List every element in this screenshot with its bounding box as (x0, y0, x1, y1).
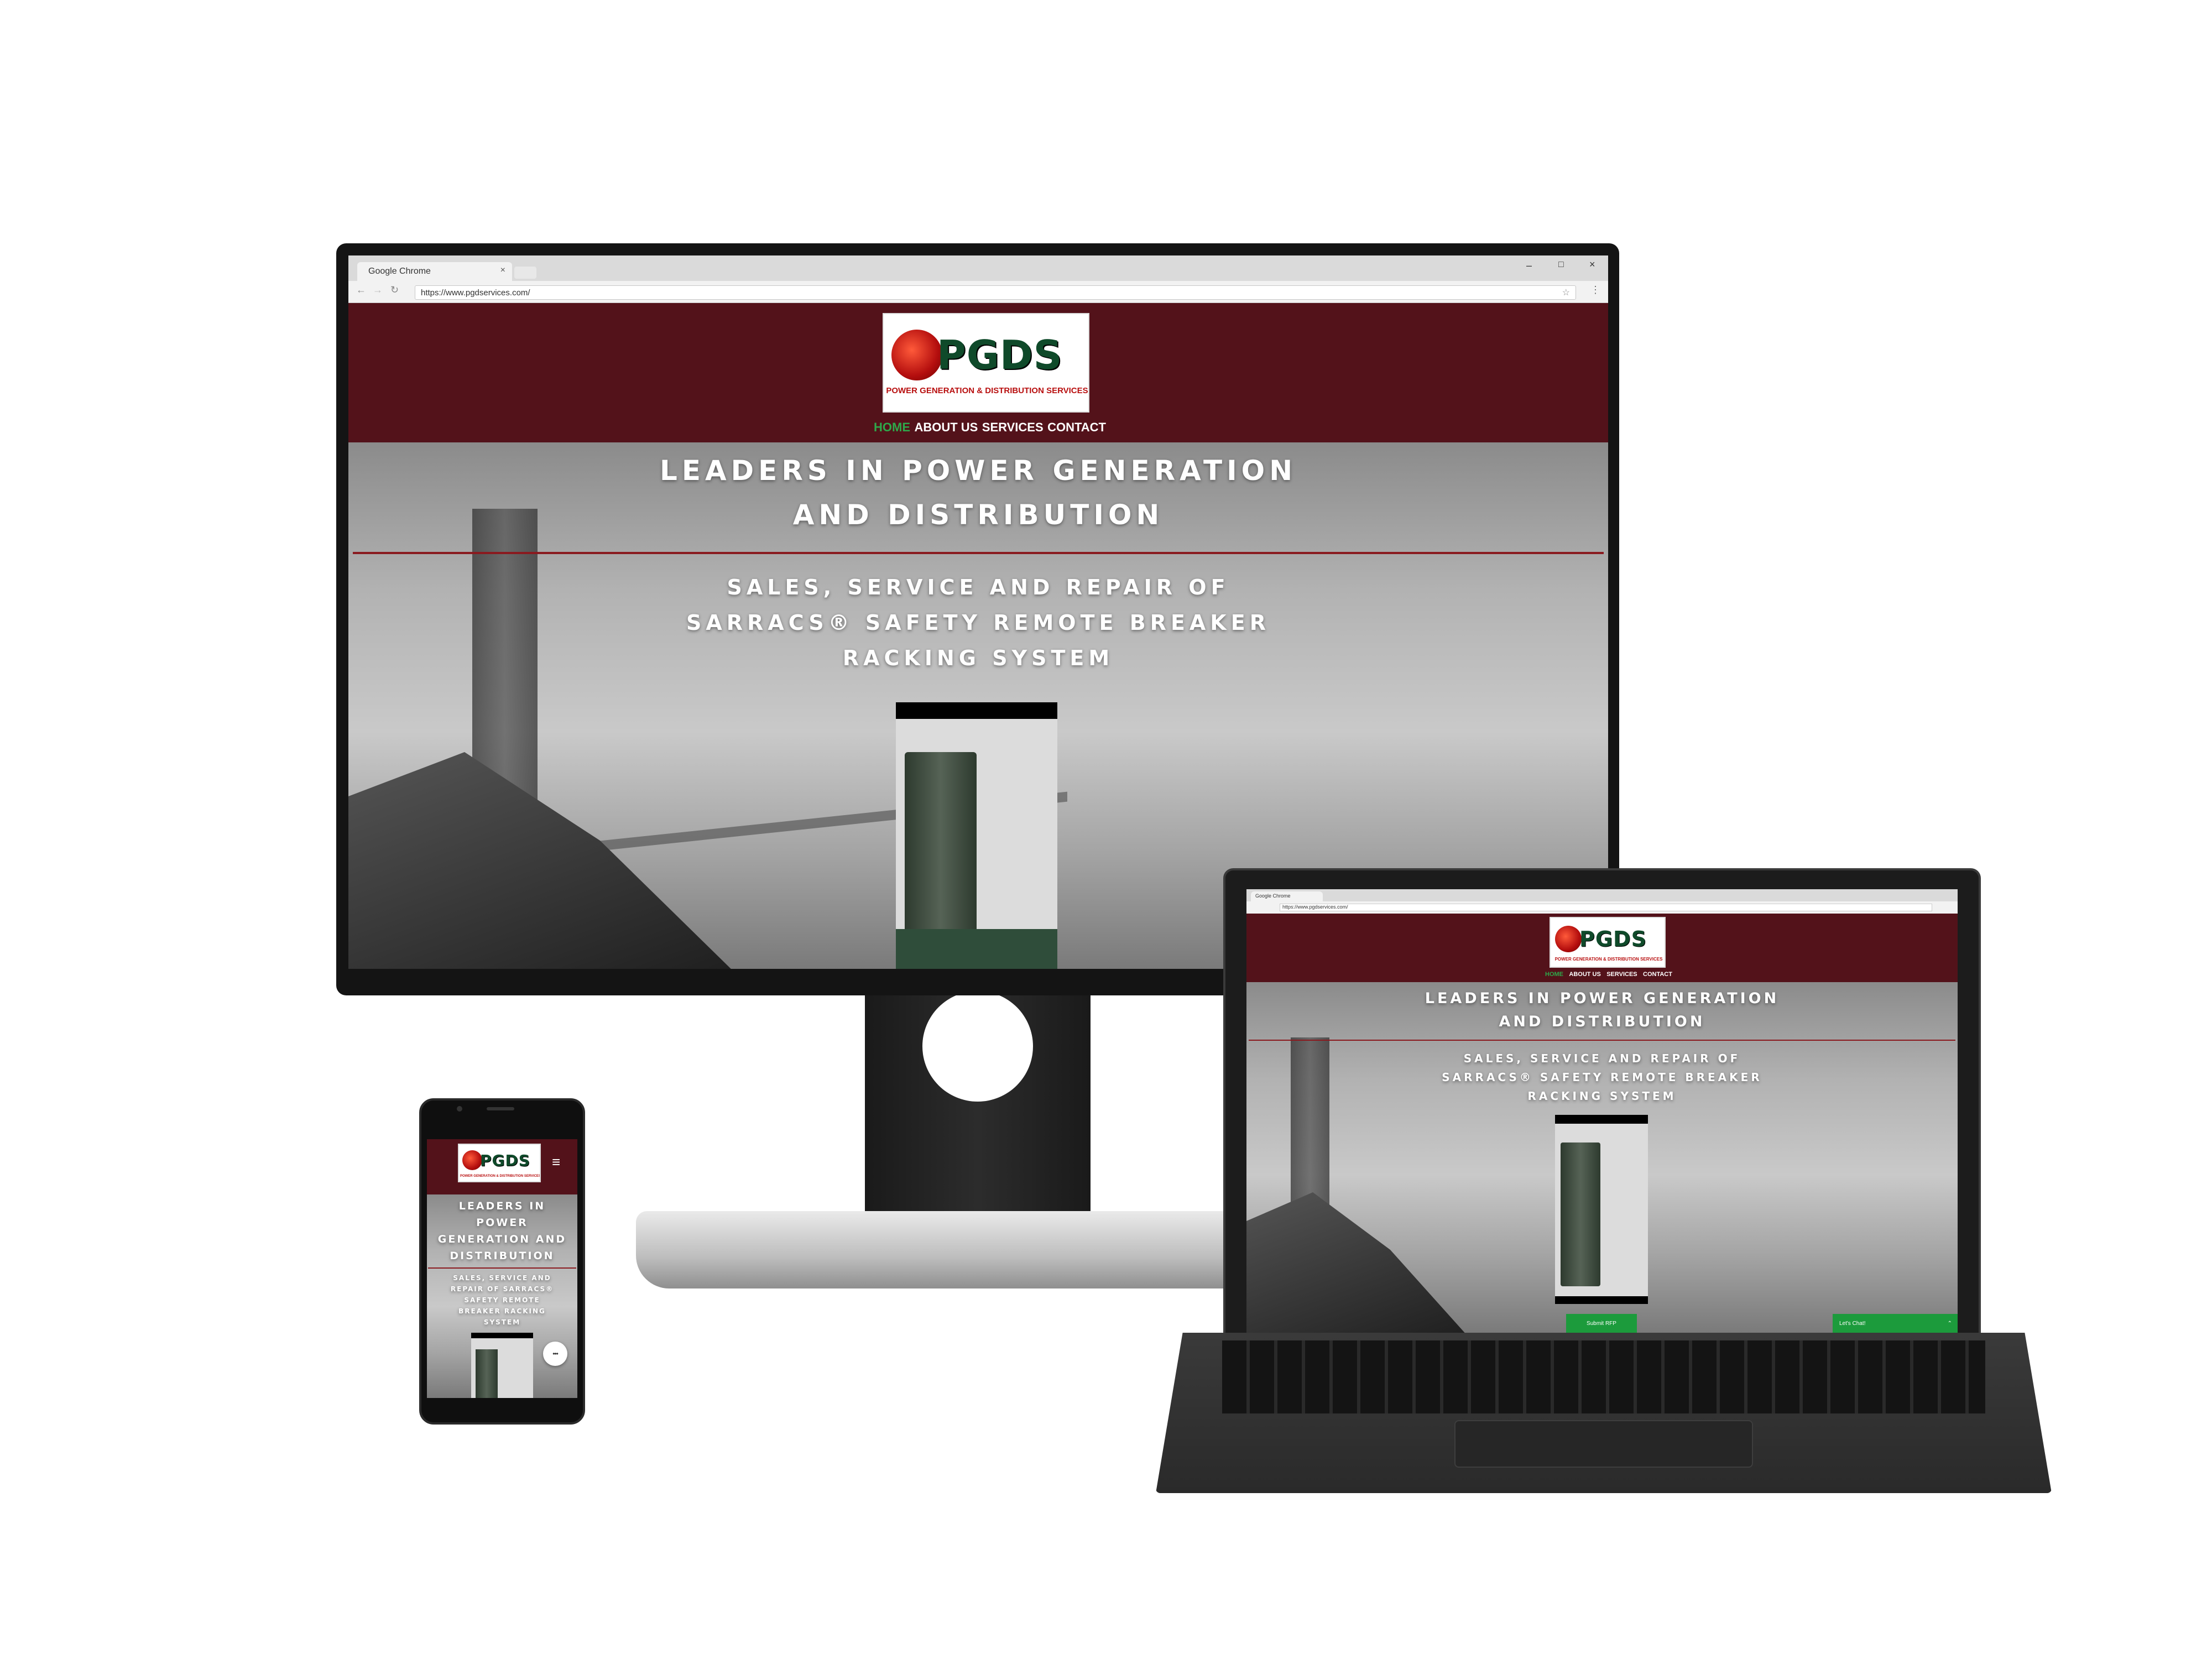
laptop-submit-rfp-button[interactable]: Submit RFP (1566, 1314, 1637, 1333)
phone-subhead-line3: SAFETY REMOTE (464, 1296, 540, 1304)
laptop-nav-services[interactable]: SERVICES (1606, 971, 1637, 980)
forward-icon[interactable]: → (373, 284, 383, 296)
hero-subhead-line2: SARRACS® SAFETY REMOTE BREAKER (686, 611, 1270, 635)
phone-headline-line2: POWER (476, 1217, 528, 1229)
laptop-headline-line2: AND DISTRIBUTION (1499, 1013, 1705, 1030)
new-tab-button[interactable] (514, 267, 536, 279)
laptop-logo-subtitle: POWER GENERATION & DISTRIBUTION SERVICES (1554, 957, 1663, 962)
phone-headline-line3: GENERATION AND (437, 1233, 567, 1245)
keyboard-keys[interactable] (1222, 1340, 1985, 1413)
hero-divider (353, 552, 1604, 554)
laptop-screen: Google Chrome https://www.pgdservices.co… (1246, 889, 1958, 1333)
site-nav: HOME ABOUT US SERVICES CONTACT (874, 420, 1106, 437)
laptop-headline-line1: LEADERS IN POWER GENERATION (1425, 990, 1780, 1007)
phone-subhead-line2: REPAIR OF SARRACS® (450, 1285, 554, 1293)
hero-video[interactable] (896, 702, 1057, 969)
video-floor-image (896, 929, 1057, 969)
laptop-address-bar[interactable]: https://www.pgdservices.com/ (1280, 904, 1932, 911)
laptop-address-url: https://www.pgdservices.com/ (1282, 904, 1348, 910)
phone-screen: PGDS POWER GENERATION & DISTRIBUTION SER… (427, 1139, 577, 1398)
hamburger-menu-icon[interactable]: ≡ (552, 1154, 560, 1171)
nav-contact[interactable]: CONTACT (1047, 420, 1106, 437)
hero-subhead-line3: RACKING SYSTEM (842, 646, 1114, 670)
site-logo[interactable]: PGDS POWER GENERATION & DISTRIBUTION SER… (883, 313, 1089, 413)
phone-logo-subtitle: POWER GENERATION & DISTRIBUTION SERVICES (460, 1175, 541, 1178)
tab-close-icon[interactable]: × (500, 265, 505, 275)
phone-hero-section: LEADERS IN POWER GENERATION AND DISTRIBU… (427, 1194, 577, 1398)
phone-site-header: PGDS POWER GENERATION & DISTRIBUTION SER… (427, 1139, 577, 1194)
laptop-tab-title: Google Chrome (1255, 893, 1291, 899)
laptop-video-machine-image (1561, 1142, 1600, 1286)
monitor-stand-hole (922, 991, 1033, 1102)
hero-headline-line1: LEADERS IN POWER GENERATION (659, 455, 1297, 487)
laptop-subhead-line3: RACKING SYSTEM (1527, 1089, 1677, 1103)
phone-video-machine-image (476, 1349, 498, 1398)
phone-chat-button[interactable]: ••• (543, 1342, 567, 1366)
phone-subhead-line1: SALES, SERVICE AND (453, 1274, 551, 1282)
laptop-subhead-line2: SARRACS® SAFETY REMOTE BREAKER (1442, 1071, 1762, 1084)
browser-titlebar (348, 255, 1608, 281)
laptop-hero-divider (1249, 1040, 1955, 1041)
back-icon[interactable]: ← (356, 284, 366, 296)
phone-hero-divider (428, 1267, 576, 1269)
monitor-stand-base (636, 1211, 1322, 1288)
tab-title: Google Chrome (368, 267, 431, 276)
nav-services[interactable]: SERVICES (982, 420, 1044, 437)
laptop-submit-rfp-label: Submit RFP (1587, 1320, 1616, 1327)
phone-headline-line1: LEADERS IN (458, 1200, 546, 1212)
close-window-icon[interactable]: × (1589, 259, 1595, 270)
address-bar[interactable]: https://www.pgdservices.com/ ☆ (415, 285, 1576, 300)
laptop-keyboard (1156, 1333, 2052, 1493)
laptop-nav-home[interactable]: HOME (1545, 971, 1563, 980)
monitor-screen: Google Chrome × – □ × ← → ↻ https://www.… (348, 255, 1608, 969)
laptop-chat-label: Let's Chat! (1839, 1320, 1866, 1327)
phone-subhead-line5: SYSTEM (483, 1318, 521, 1326)
hero-headline-line2: AND DISTRIBUTION (792, 499, 1164, 531)
address-url: https://www.pgdservices.com/ (421, 288, 530, 298)
bookmark-star-icon[interactable]: ☆ (1562, 287, 1570, 298)
laptop-site-header: PGDS POWER GENERATION & DISTRIBUTION SER… (1246, 914, 1958, 982)
phone-logo-text: PGDS (480, 1151, 530, 1170)
nav-home[interactable]: HOME (874, 420, 910, 437)
phone-camera-icon (457, 1106, 462, 1112)
phone-headline-line4: DISTRIBUTION (450, 1250, 555, 1262)
hero-subhead-line1: SALES, SERVICE AND REPAIR OF (727, 575, 1230, 599)
laptop-hero-video[interactable] (1555, 1115, 1648, 1304)
laptop-subhead-line1: SALES, SERVICE AND REPAIR OF (1463, 1052, 1741, 1065)
laptop-trackpad[interactable] (1454, 1420, 1753, 1468)
phone-logo-emblem-icon (462, 1150, 482, 1170)
chevron-up-icon: ⌃ (1947, 1320, 1952, 1327)
laptop-logo-text: PGDS (1579, 927, 1647, 951)
phone-speaker (487, 1107, 514, 1110)
phone-hero-video[interactable] (471, 1333, 533, 1398)
phone-subhead-line4: BREAKER RACKING (458, 1307, 546, 1315)
logo-subtitle: POWER GENERATION & DISTRIBUTION SERVICES (886, 386, 1088, 395)
laptop-chat-button[interactable]: Let's Chat! ⌃ (1833, 1314, 1958, 1333)
laptop-logo-emblem-icon (1555, 926, 1582, 952)
laptop-nav-contact[interactable]: CONTACT (1643, 971, 1672, 980)
laptop-site-nav: HOME ABOUT US SERVICES CONTACT (1545, 971, 1672, 980)
laptop-site-logo[interactable]: PGDS POWER GENERATION & DISTRIBUTION SER… (1550, 917, 1666, 968)
hero-hill-image (348, 752, 735, 969)
laptop-hill-image (1246, 1192, 1468, 1333)
laptop-browser-tab[interactable]: Google Chrome (1251, 891, 1323, 901)
browser-tab[interactable]: Google Chrome × (357, 262, 512, 281)
browser-menu-icon[interactable]: ⋮ (1590, 284, 1600, 296)
reload-icon[interactable]: ↻ (390, 284, 399, 296)
minimize-icon[interactable]: – (1526, 260, 1532, 272)
laptop-browser-titlebar (1246, 889, 1958, 901)
logo-text: PGDS (937, 332, 1063, 378)
nav-about-us[interactable]: ABOUT US (914, 420, 978, 437)
laptop-nav-about-us[interactable]: ABOUT US (1569, 971, 1600, 980)
chat-dots-icon: ••• (552, 1350, 559, 1358)
logo-emblem-icon (891, 330, 942, 380)
laptop-hero-section: LEADERS IN POWER GENERATION AND DISTRIBU… (1246, 982, 1958, 1333)
phone-site-logo[interactable]: PGDS POWER GENERATION & DISTRIBUTION SER… (458, 1144, 541, 1182)
site-header: PGDS POWER GENERATION & DISTRIBUTION SER… (348, 303, 1608, 442)
maximize-icon[interactable]: □ (1558, 260, 1564, 270)
